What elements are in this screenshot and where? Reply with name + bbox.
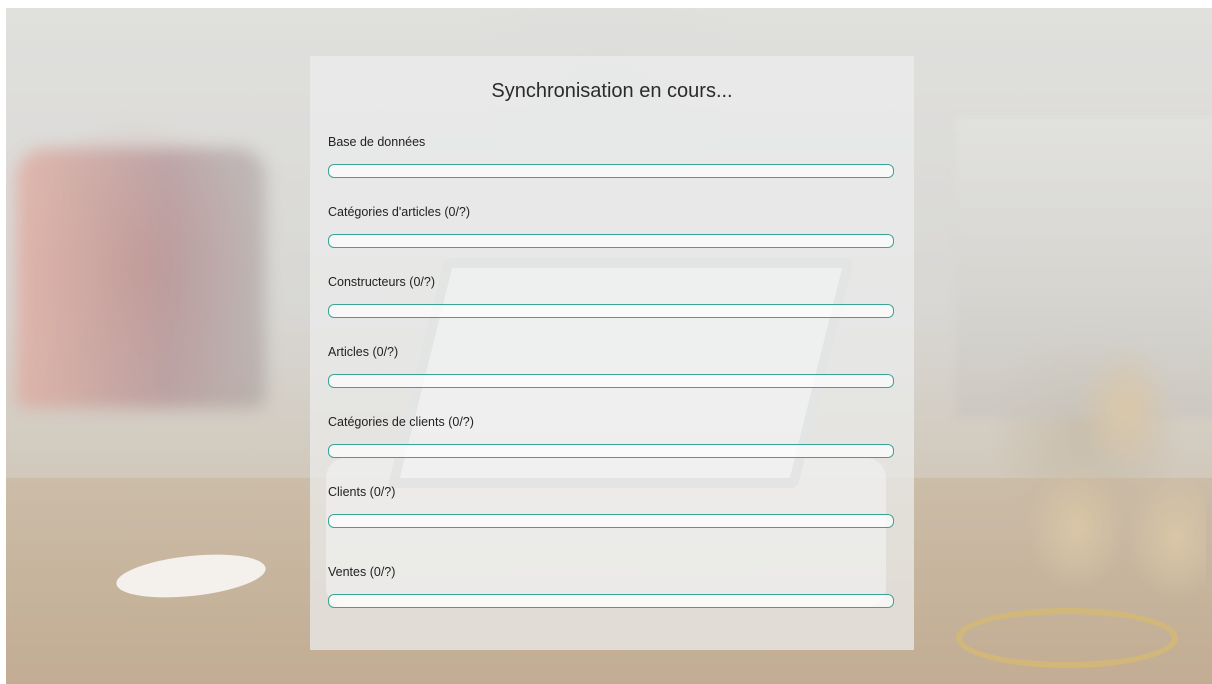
sync-task-client-categories: Catégories de clients (0/?) (328, 414, 894, 458)
sync-task-label: Articles (0/?) (328, 345, 399, 359)
sync-progress-bar (328, 164, 894, 178)
sync-task-clients: Clients (0/?) (328, 484, 894, 528)
sync-panel: Synchronisation en cours... Base de donn… (310, 56, 914, 650)
sync-progress-bar (328, 594, 894, 608)
sync-task-manufacturers: Constructeurs (0/?) (328, 274, 894, 318)
sync-progress-bar (328, 514, 894, 528)
sync-title: Synchronisation en cours... (491, 80, 733, 102)
sync-task-label: Base de données (328, 135, 426, 149)
sync-progress-bar (328, 444, 894, 458)
sync-task-database: Base de données (328, 134, 894, 178)
sync-progress-bar (328, 304, 894, 318)
sync-task-label: Catégories d'articles (0/?) (328, 205, 471, 219)
sync-progress-bar (328, 374, 894, 388)
sync-task-label: Ventes (0/?) (328, 565, 396, 579)
sync-task-sales: Ventes (0/?) (328, 564, 894, 608)
sync-task-article-categories: Catégories d'articles (0/?) (328, 204, 894, 248)
sync-task-label: Catégories de clients (0/?) (328, 415, 474, 429)
sync-progress-bar (328, 234, 894, 248)
sync-task-label: Clients (0/?) (328, 485, 396, 499)
sync-task-articles: Articles (0/?) (328, 344, 894, 388)
sync-task-label: Constructeurs (0/?) (328, 275, 435, 289)
